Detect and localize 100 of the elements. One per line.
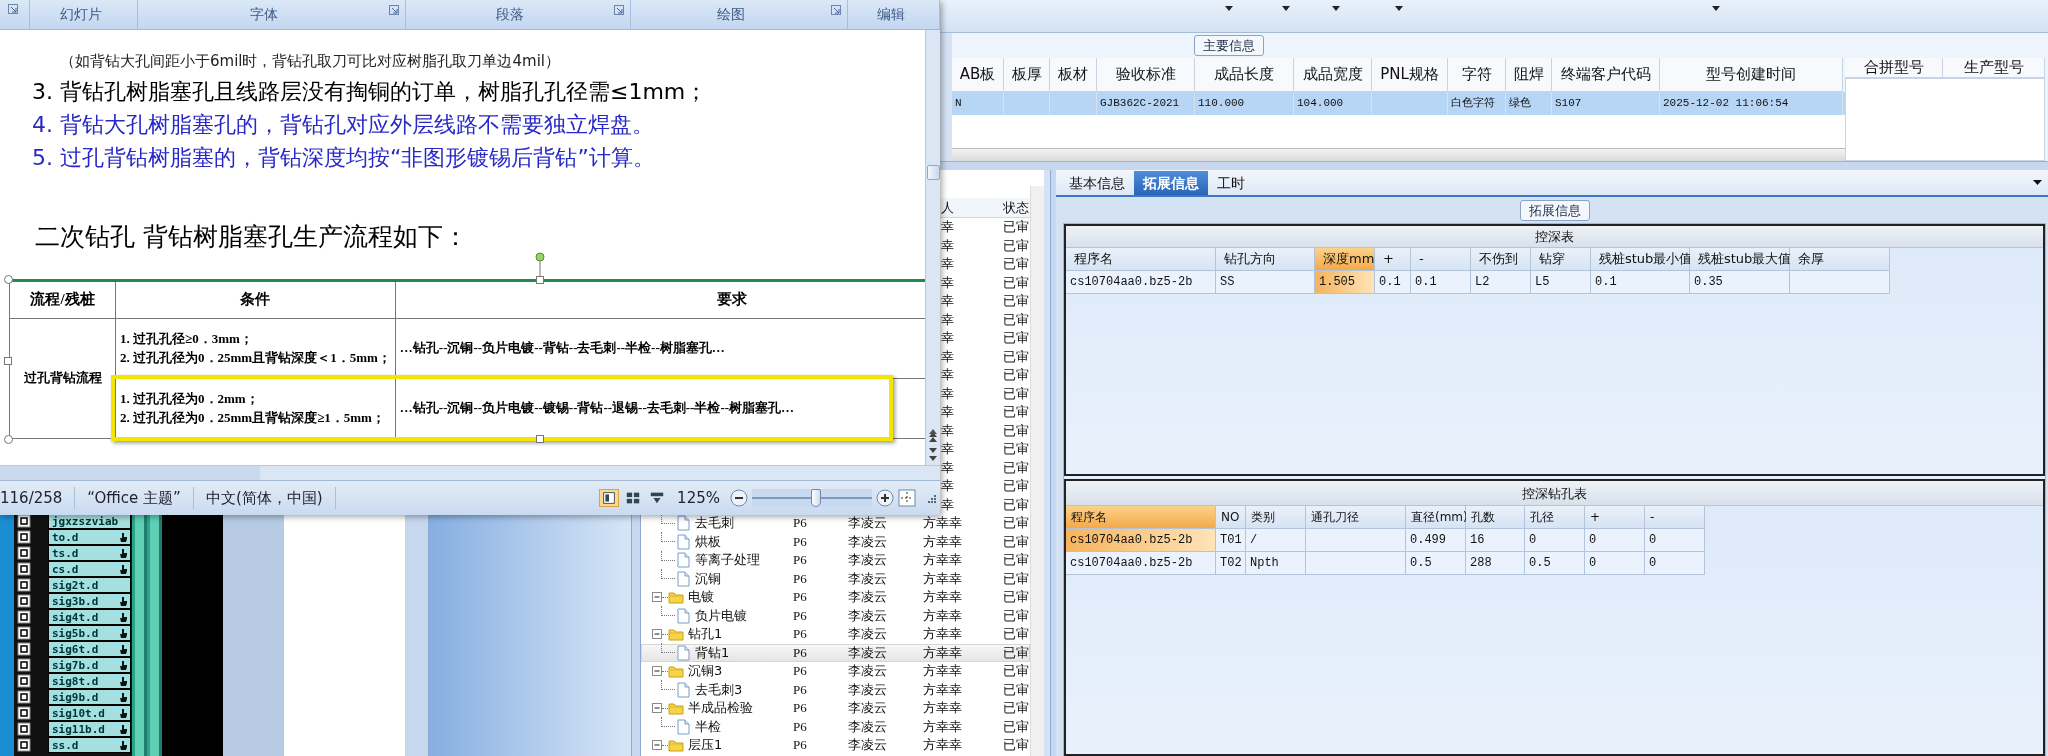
table-cell[interactable]: 已审 [995, 218, 1030, 237]
column-header[interactable]: 类别 [1246, 506, 1306, 529]
horizontal-scrollbar[interactable] [952, 148, 1845, 161]
table-cell[interactable]: 已审 [995, 458, 1030, 477]
column-header[interactable]: 直径(mm) [1406, 506, 1466, 529]
table-cell[interactable]: 1.505 [1315, 271, 1375, 294]
table-cell[interactable]: 已审 [995, 495, 1030, 514]
table-cell[interactable]: 已审 [995, 236, 1030, 255]
checkbox[interactable] [17, 674, 31, 688]
tree-row[interactable]: 背钻1 P6 李凌云 方幸幸 已审 [641, 643, 1030, 662]
column-header[interactable]: + [1585, 506, 1645, 529]
column-header[interactable]: 型号创建时间 [1660, 58, 1843, 92]
table-cell[interactable]: 0.1 [1411, 271, 1471, 294]
page-nav-icon[interactable] [927, 427, 939, 463]
caret-icon[interactable] [1225, 6, 1233, 11]
column-header[interactable]: 人 [941, 200, 954, 215]
column-header[interactable]: + [1375, 248, 1411, 271]
column-header[interactable]: 钻孔方向 [1216, 248, 1315, 271]
table-cell[interactable]: 已审 [995, 366, 1030, 385]
column-header[interactable]: 状态 [995, 198, 1030, 217]
column-header[interactable]: NO [1216, 506, 1246, 529]
tree-row[interactable]: 负片电镀 P6 李凌云 方幸幸 已审 [641, 606, 1030, 625]
layer-item[interactable]: sig2t.d [48, 577, 131, 593]
caret-icon[interactable] [2033, 180, 2042, 185]
column-header[interactable]: 深度mm [1315, 248, 1375, 271]
table-cell[interactable]: L2 [1471, 271, 1531, 294]
table-cell[interactable]: 已审 [995, 384, 1030, 403]
table-cell[interactable]: 已审 [995, 310, 1030, 329]
checkbox[interactable] [17, 514, 31, 528]
caret-icon[interactable] [1282, 6, 1290, 11]
table-cell[interactable]: 0.35 [1690, 271, 1790, 294]
table-cell[interactable]: 0.499 [1406, 529, 1466, 552]
table-cell[interactable]: cs10704aa0.bz5-2b [1066, 552, 1216, 575]
layer-item[interactable]: sig8t.d [48, 673, 131, 689]
collapse-icon[interactable] [652, 666, 662, 677]
layer-item[interactable]: ts.d [48, 545, 131, 561]
column-header[interactable]: PNL规格 [1372, 58, 1448, 92]
caret-icon[interactable] [1395, 6, 1403, 11]
column-header[interactable]: 程序名 [1066, 506, 1216, 529]
checkbox[interactable] [17, 610, 31, 624]
table-cell[interactable]: T02 [1216, 552, 1246, 575]
vertical-scrollbar[interactable] [925, 30, 940, 465]
table-cell[interactable]: 0.1 [1591, 271, 1690, 294]
layer-item[interactable]: sig9b.d [48, 689, 131, 705]
tree-row[interactable]: 钻孔1 P6 李凌云 方幸幸 已审 [641, 625, 1030, 644]
layer-item[interactable]: sig4t.d [48, 609, 131, 625]
tree-row[interactable]: 半成品检验 P6 李凌云 方幸幸 已审 [641, 699, 1030, 718]
column-header[interactable]: 孔数 [1466, 506, 1525, 529]
table-cell[interactable]: 0 [1585, 552, 1645, 575]
caret-icon[interactable] [1332, 6, 1340, 11]
launcher-icon[interactable] [614, 5, 624, 15]
checkbox[interactable] [17, 642, 31, 656]
layer-item[interactable]: cs.d [48, 561, 131, 577]
tab[interactable]: 拓展信息 [1134, 171, 1208, 195]
column-header[interactable]: 程序名 [1066, 248, 1216, 271]
launcher-icon[interactable] [8, 4, 18, 14]
vertical-scrollbar[interactable] [1030, 186, 1044, 756]
collapse-icon[interactable] [652, 740, 662, 751]
column-header[interactable]: - [1411, 248, 1471, 271]
checkbox[interactable] [17, 690, 31, 704]
tab[interactable]: 基本信息 [1060, 171, 1134, 195]
table-cell[interactable]: 0.5 [1406, 552, 1466, 575]
table-cell[interactable]: cs10704aa0.bz5-2b [1066, 529, 1216, 552]
layer-item[interactable]: sig5b.d [48, 625, 131, 641]
table-cell[interactable]: 0 [1645, 552, 1705, 575]
column-header[interactable]: 余厚 [1790, 248, 1890, 271]
collapse-icon[interactable] [652, 592, 662, 603]
collapse-icon[interactable] [652, 629, 662, 640]
column-header[interactable]: 残桩stub最大值 [1690, 248, 1790, 271]
table-cell[interactable]: / [1246, 529, 1306, 552]
table-cell[interactable]: 16 [1466, 529, 1525, 552]
checkbox[interactable] [17, 722, 31, 736]
checkbox[interactable] [17, 658, 31, 672]
horizontal-scrollbar[interactable] [0, 465, 940, 480]
table-cell[interactable]: Npth [1246, 552, 1306, 575]
table-cell[interactable]: 0.5 [1525, 552, 1585, 575]
checkbox[interactable] [17, 626, 31, 640]
checkbox[interactable] [17, 546, 31, 560]
table-cell[interactable]: 0 [1645, 529, 1705, 552]
column-header[interactable]: 字符 [1448, 58, 1506, 92]
column-header[interactable]: 孔径 [1525, 506, 1585, 529]
tab[interactable]: 工时 [1208, 171, 1254, 195]
scrollbar-thumb[interactable] [926, 165, 940, 180]
tree-row[interactable]: 等离子处理 P6 李凌云 方幸幸 已审 [641, 551, 1030, 570]
caret-icon[interactable] [1712, 6, 1720, 11]
column-header[interactable]: 残桩stub最小值 [1591, 248, 1690, 271]
layer-item[interactable]: sig7b.d [48, 657, 131, 673]
table-cell[interactable]: T01 [1216, 529, 1246, 552]
checkbox[interactable] [17, 738, 31, 752]
tree-row[interactable]: 沉铜 P6 李凌云 方幸幸 已审 [641, 569, 1030, 588]
column-header[interactable]: 成品长度 [1195, 58, 1294, 92]
column-header[interactable]: 验收标准 [1097, 58, 1195, 92]
table-cell[interactable]: 已审 [995, 403, 1030, 422]
zoom-out-icon[interactable] [730, 489, 748, 507]
column-header[interactable]: AB板 [952, 58, 1004, 92]
table-cell[interactable]: 已审 [995, 292, 1030, 311]
checkbox[interactable] [17, 562, 31, 576]
column-header[interactable]: 钻穿 [1531, 248, 1591, 271]
launcher-icon[interactable] [831, 5, 841, 15]
table-cell[interactable]: 已审 [995, 477, 1030, 496]
